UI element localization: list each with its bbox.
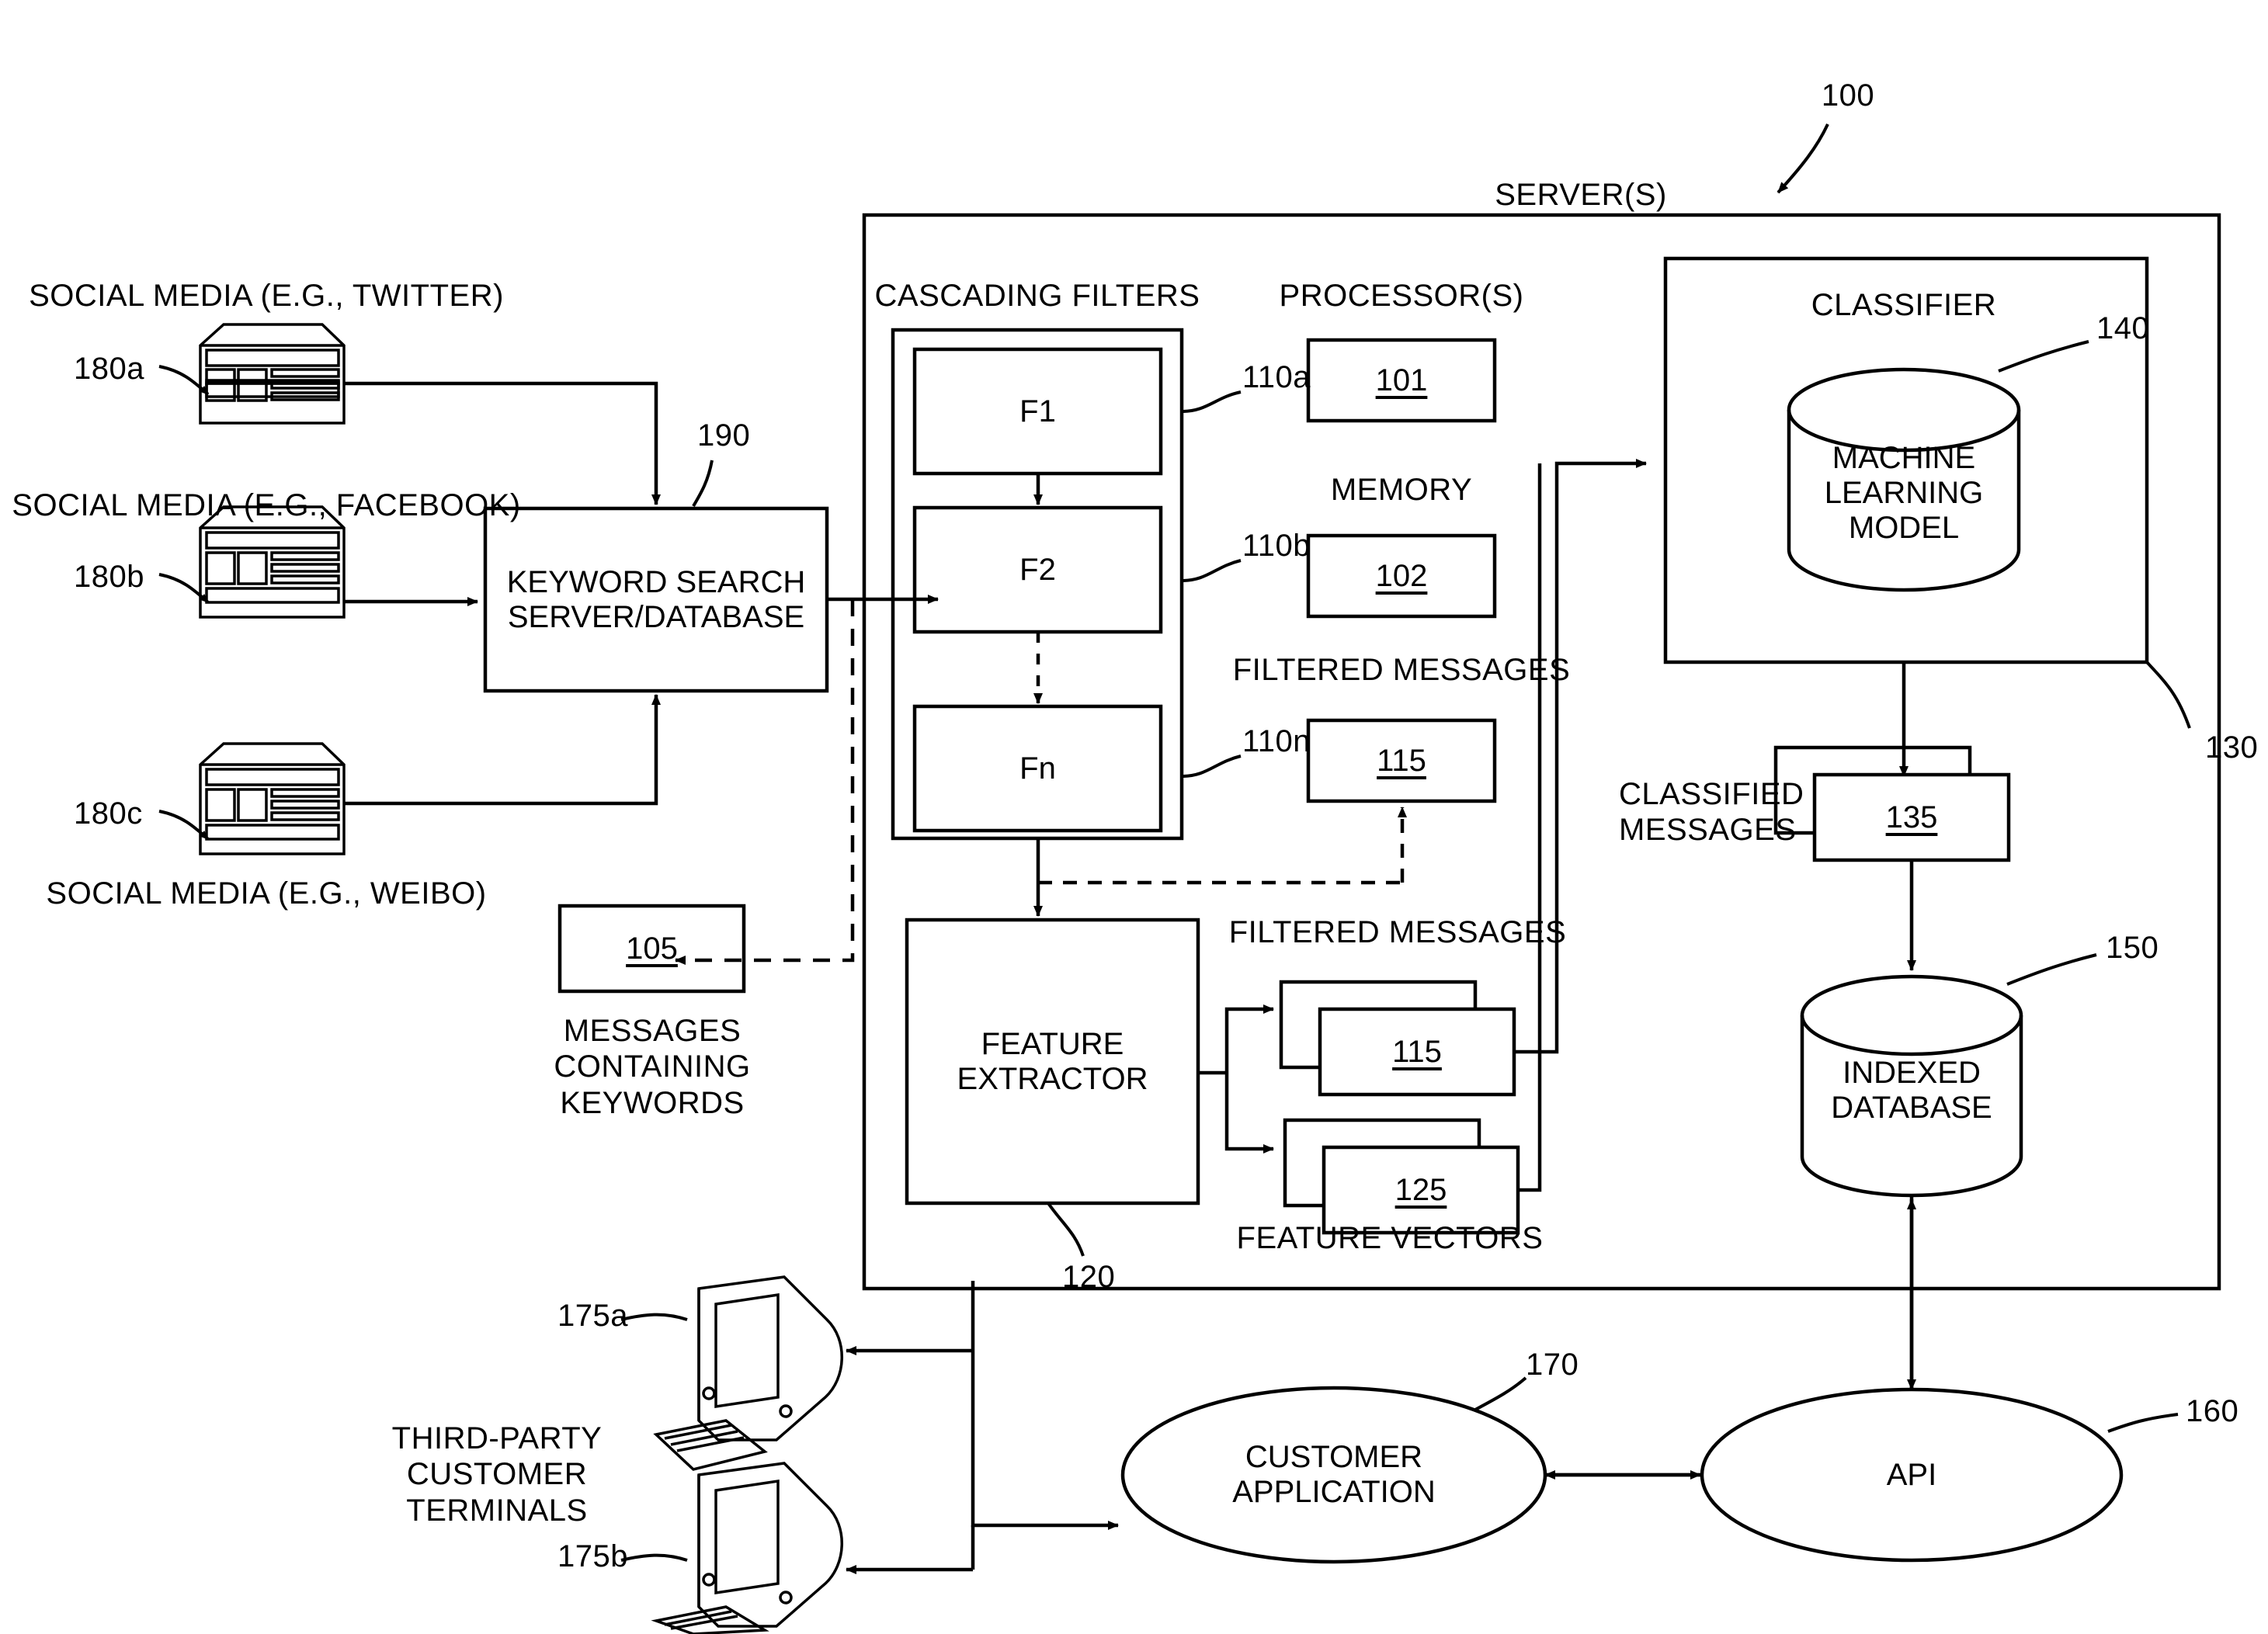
leader-190 (692, 460, 714, 508)
flow-customerapp-from-bus (971, 1459, 1119, 1530)
feature-vectors-title: FEATURE VECTORS (1236, 1221, 1544, 1255)
flow-180a-to-keyword (344, 381, 661, 505)
filter-label-fn[interactable]: Fn (915, 706, 1161, 831)
ml-model-line3: MODEL (1848, 510, 1960, 545)
classifier-title: CLASSIFIER (1811, 288, 1997, 322)
server-rack-icon-180a (199, 323, 346, 425)
ml-model-line2: LEARNING (1824, 475, 1984, 510)
leader-170 (1474, 1376, 1527, 1411)
feature-extractor-ref-120: 120 (1062, 1260, 1116, 1294)
feature-extractor-line2: EXTRACTOR (957, 1061, 1148, 1096)
leader-110b (1181, 559, 1242, 582)
leader-140 (1998, 340, 2089, 373)
leader-150 (2006, 953, 2097, 986)
messages-keywords-caption: MESSAGES CONTAINING KEYWORDS (554, 1014, 751, 1120)
filter-ref-110a: 110a (1242, 360, 1311, 394)
terminals-caption: THIRD-PARTY CUSTOMER TERMINALS (391, 1421, 603, 1528)
filter-label-f2[interactable]: F2 (915, 508, 1161, 632)
classified-messages-ref-num[interactable]: 135 (1815, 775, 2009, 860)
terminal-ref-175b: 175b (557, 1539, 628, 1573)
messages-keywords-ref-num[interactable]: 105 (560, 906, 744, 991)
filter-ref-110b: 110b (1242, 529, 1311, 563)
flow-extractor-down-to-125 (1224, 1073, 1274, 1154)
filter-label-f1[interactable]: F1 (915, 349, 1161, 474)
filter-ref-110n: 110n (1242, 724, 1311, 758)
filtered-messages-top-ref-num[interactable]: 115 (1308, 720, 1495, 801)
memory-ref-num[interactable]: 102 (1308, 536, 1495, 616)
leader-110a (1181, 390, 1242, 413)
memory-title: MEMORY (1330, 473, 1473, 507)
leader-110n (1181, 755, 1242, 778)
terminal-ref-175a: 175a (557, 1299, 628, 1333)
leader-100 (1777, 123, 1829, 194)
api-ref-160: 160 (2186, 1394, 2239, 1428)
leader-130 (2145, 661, 2191, 729)
keyword-search-ref-190: 190 (697, 418, 751, 453)
processor-ref-num[interactable]: 101 (1308, 340, 1495, 421)
patent-figure-canvas: 100 SERVER(S) SOCIAL MEDIA (E.G., TWITTE… (0, 0, 2268, 1634)
server-rack-icon-180c (199, 742, 346, 855)
customer-application-line2: APPLICATION (1232, 1475, 1436, 1509)
cascading-filters-title: CASCADING FILTERS (874, 279, 1200, 313)
keyword-search-line2: SERVER/DATABASE (507, 599, 805, 634)
route-125-to-classifier (1518, 463, 1542, 1192)
flow-extractor-up-to-115 (1224, 1004, 1274, 1073)
source-label-facebook: SOCIAL MEDIA (E.G., FACEBOOK) (12, 488, 521, 522)
feature-extractor-line1: FEATURE (981, 1026, 1124, 1061)
filtered-messages-mid-title: FILTERED MESSAGES (1228, 915, 1567, 949)
feature-extractor-label[interactable]: FEATURE EXTRACTOR (907, 920, 1198, 1203)
source-label-weibo: SOCIAL MEDIA (E.G., WEIBO) (46, 876, 487, 911)
flow-180c-to-keyword (344, 694, 661, 806)
ml-model-ref-140: 140 (2096, 311, 2150, 345)
desktop-computer-icon-175b (651, 1462, 843, 1634)
customer-application-line1: CUSTOMER (1245, 1440, 1423, 1474)
indexed-database-ref-150: 150 (2106, 931, 2159, 965)
classifier-ref-130: 130 (2205, 730, 2259, 765)
filtered-messages-mid-ref-num[interactable]: 115 (1320, 1009, 1514, 1095)
ml-model-line1: MACHINE (1832, 440, 1976, 475)
source-label-twitter: SOCIAL MEDIA (E.G., TWITTER) (29, 279, 504, 313)
indexed-database-line2: DATABASE (1831, 1091, 1992, 1125)
source-ref-180a: 180a (74, 352, 144, 386)
source-ref-180c: 180c (74, 796, 143, 831)
route-115-mid-to-classifier (1514, 459, 1647, 1054)
keyword-search-line1: KEYWORD SEARCH (506, 564, 806, 599)
source-ref-180b: 180b (74, 560, 144, 594)
customer-application-ref-170: 170 (1526, 1348, 1579, 1382)
processors-title: PROCESSOR(S) (1279, 279, 1524, 313)
ml-model-label: MACHINE LEARNING MODEL (1789, 435, 2019, 551)
leader-175b (620, 1553, 688, 1562)
api-label[interactable]: API (1702, 1428, 2121, 1521)
leader-120 (1047, 1202, 1085, 1257)
server-group-label: SERVER(S) (1495, 178, 1667, 212)
leader-175a (620, 1313, 688, 1321)
indexed-database-line1: INDEXED (1843, 1056, 1981, 1090)
indexed-database-label[interactable]: INDEXED DATABASE (1802, 1048, 2021, 1133)
keyword-search-box-label[interactable]: KEYWORD SEARCH SERVER/DATABASE (485, 508, 827, 691)
classified-messages-caption: CLASSIFIED MESSAGES (1619, 777, 1804, 848)
system-ref-100: 100 (1821, 78, 1875, 113)
customer-application-label[interactable]: CUSTOMER APPLICATION (1123, 1428, 1545, 1521)
filtered-messages-top-title: FILTERED MESSAGES (1232, 653, 1571, 687)
desktop-computer-icon-175a (653, 1275, 843, 1471)
